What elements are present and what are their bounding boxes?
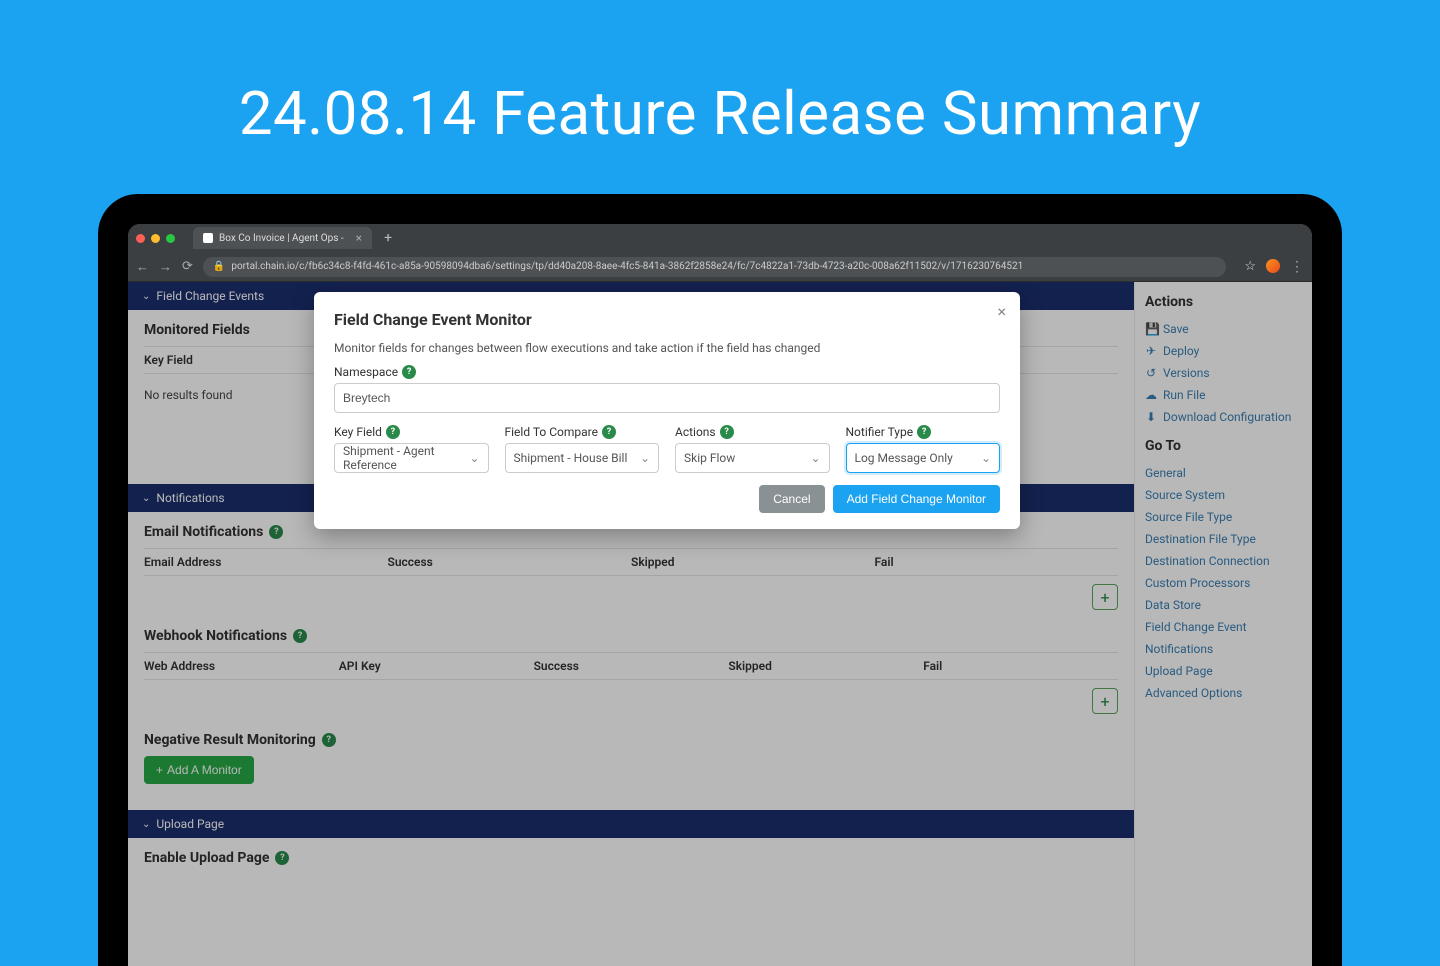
tab-title: Box Co Invoice | Agent Ops - xyxy=(219,233,344,244)
new-tab-button[interactable]: + xyxy=(378,230,398,246)
modal-close-button[interactable]: × xyxy=(997,302,1006,321)
window-controls xyxy=(136,234,175,243)
tab-close-icon[interactable]: × xyxy=(356,231,362,245)
lock-icon: 🔒 xyxy=(213,261,225,272)
help-icon[interactable]: ? xyxy=(720,425,734,439)
compare-select[interactable]: Shipment - House Bill xyxy=(505,443,660,473)
actions-select[interactable]: Skip Flow xyxy=(675,443,830,473)
laptop-frame: Box Co Invoice | Agent Ops - × + ← → ⟳ 🔒… xyxy=(98,194,1342,966)
modal-overlay: × Field Change Event Monitor Monitor fie… xyxy=(128,282,1312,966)
favicon-icon xyxy=(203,233,213,243)
profile-avatar-icon[interactable] xyxy=(1266,259,1280,273)
actions-label: Actions xyxy=(675,425,716,439)
hero-title: 24.08.14 Feature Release Summary xyxy=(0,0,1440,149)
url-text: portal.chain.io/c/fb6c34c8-f4fd-461c-a85… xyxy=(231,261,1023,272)
key-field-select[interactable]: Shipment - Agent Reference xyxy=(334,443,489,473)
back-icon[interactable]: ← xyxy=(136,259,149,275)
cancel-button[interactable]: Cancel xyxy=(759,485,824,513)
add-field-change-monitor-button[interactable]: Add Field Change Monitor xyxy=(833,485,1000,513)
browser-window: Box Co Invoice | Agent Ops - × + ← → ⟳ 🔒… xyxy=(128,224,1312,966)
bookmark-icon[interactable]: ☆ xyxy=(1244,259,1256,275)
address-bar: ← → ⟳ 🔒 portal.chain.io/c/fb6c34c8-f4fd-… xyxy=(128,252,1312,282)
key-field-label: Key Field xyxy=(334,425,382,439)
close-window-icon[interactable] xyxy=(136,234,145,243)
namespace-label: Namespace xyxy=(334,365,398,379)
notifier-label: Notifier Type xyxy=(846,425,914,439)
compare-value: Shipment - House Bill xyxy=(514,451,628,465)
modal-title: Field Change Event Monitor xyxy=(334,310,1000,329)
help-icon[interactable]: ? xyxy=(602,425,616,439)
namespace-input[interactable] xyxy=(334,383,1000,413)
browser-tab[interactable]: Box Co Invoice | Agent Ops - × xyxy=(193,227,372,249)
modal-description: Monitor fields for changes between flow … xyxy=(334,341,1000,355)
forward-icon[interactable]: → xyxy=(159,259,172,275)
browser-tab-strip: Box Co Invoice | Agent Ops - × + xyxy=(128,224,1312,252)
notifier-value: Log Message Only xyxy=(855,451,953,465)
actions-value: Skip Flow xyxy=(684,451,735,465)
browser-menu-icon[interactable]: ⋮ xyxy=(1290,259,1304,275)
compare-label: Field To Compare xyxy=(505,425,599,439)
reload-icon[interactable]: ⟳ xyxy=(182,259,193,274)
page-content: ⌄ Field Change Events Monitored Fields K… xyxy=(128,282,1312,966)
notifier-select[interactable]: Log Message Only xyxy=(846,443,1001,473)
maximize-window-icon[interactable] xyxy=(166,234,175,243)
help-icon[interactable]: ? xyxy=(386,425,400,439)
field-change-event-modal: × Field Change Event Monitor Monitor fie… xyxy=(314,292,1020,529)
help-icon[interactable]: ? xyxy=(402,365,416,379)
key-field-value: Shipment - Agent Reference xyxy=(343,444,463,472)
help-icon[interactable]: ? xyxy=(917,425,931,439)
url-input[interactable]: 🔒 portal.chain.io/c/fb6c34c8-f4fd-461c-a… xyxy=(203,257,1226,277)
minimize-window-icon[interactable] xyxy=(151,234,160,243)
